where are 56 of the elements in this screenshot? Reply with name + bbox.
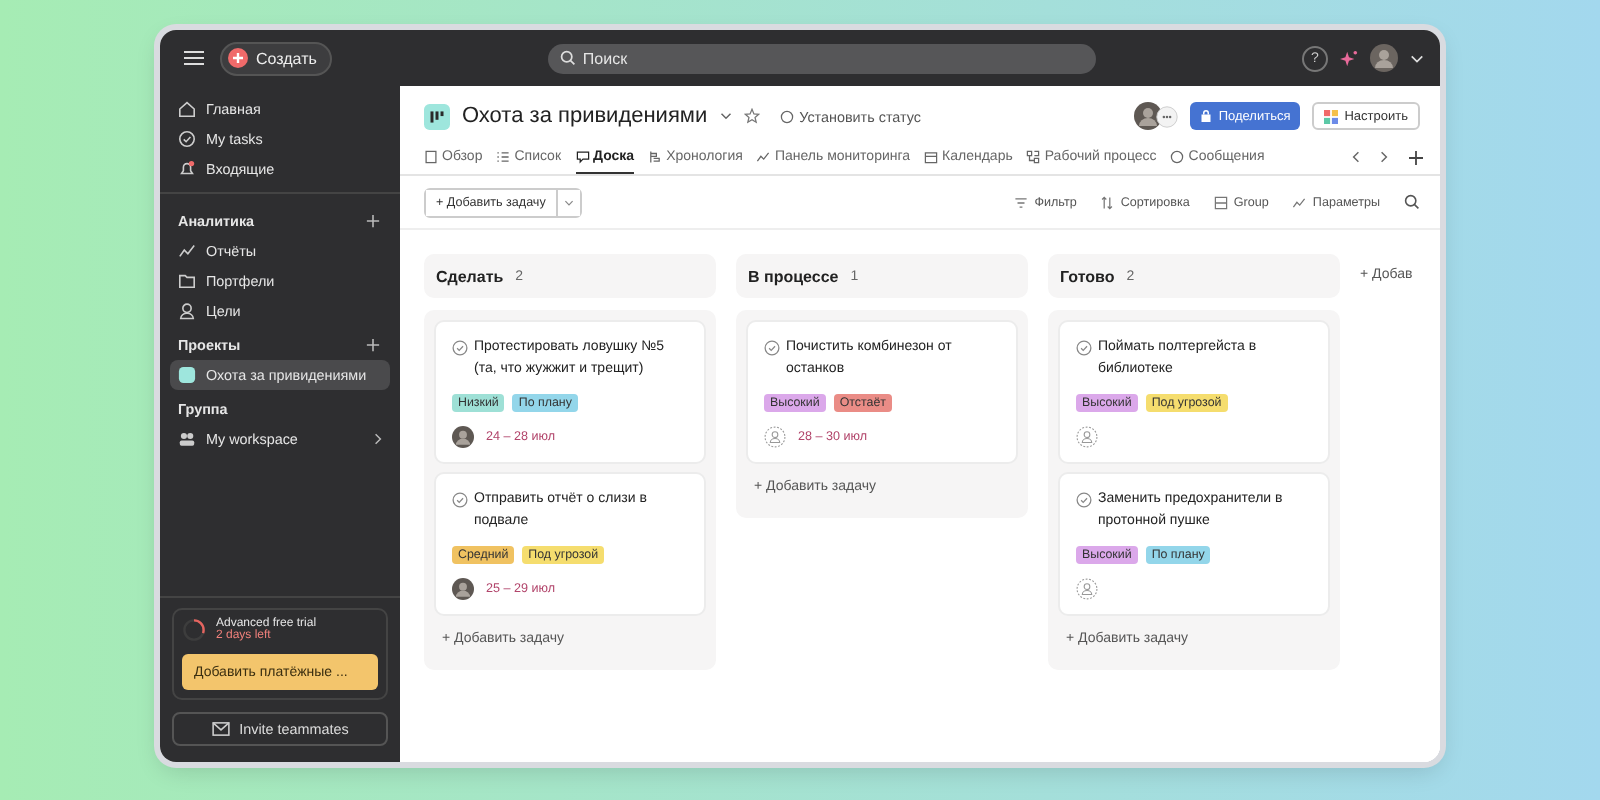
line-chart-icon — [756, 149, 771, 163]
project-title: Охота за привидениями — [462, 104, 708, 128]
caret-icon[interactable] — [719, 112, 732, 120]
line-chart-icon — [1292, 195, 1307, 209]
lock-icon — [1200, 110, 1213, 122]
complete-check-icon[interactable] — [452, 491, 468, 507]
add-icon[interactable] — [366, 338, 380, 352]
avatar-icon[interactable] — [452, 578, 474, 600]
bell-icon — [178, 160, 196, 178]
complete-check-icon[interactable] — [452, 339, 468, 355]
avatar-icon[interactable] — [452, 426, 474, 448]
column-title: В процессе — [748, 267, 839, 285]
search-icon[interactable] — [1404, 194, 1420, 210]
unassigned-icon[interactable] — [1076, 578, 1098, 600]
timeline-icon — [648, 149, 663, 163]
filter-icon — [1014, 195, 1029, 209]
workflow-icon — [1026, 149, 1041, 163]
home-icon — [178, 100, 196, 118]
person-icon — [178, 302, 196, 320]
create-button[interactable]: Создать — [220, 41, 333, 75]
check-circle-icon — [178, 130, 196, 148]
column-title: Сделать — [436, 267, 504, 285]
scroll-left-icon[interactable] — [1352, 150, 1360, 164]
complete-check-icon[interactable] — [1076, 339, 1092, 355]
unassigned-icon[interactable] — [764, 426, 786, 448]
envelope-icon — [211, 722, 230, 736]
line-chart-icon — [178, 242, 196, 260]
add-icon[interactable] — [366, 214, 380, 228]
board-project-icon — [424, 103, 450, 129]
document-icon — [424, 149, 438, 163]
group-icon — [1213, 195, 1228, 209]
menu-icon[interactable] — [184, 50, 204, 66]
add-tab-icon[interactable] — [1408, 149, 1424, 165]
unassigned-icon[interactable] — [1076, 426, 1098, 448]
more-icon[interactable] — [1156, 105, 1179, 127]
list-icon — [496, 149, 511, 163]
caret-icon — [563, 199, 574, 205]
sparkle-icon[interactable] — [1340, 49, 1358, 67]
chevron-icon[interactable] — [374, 432, 382, 446]
circle-icon — [1170, 149, 1185, 163]
grid-icon — [1324, 109, 1339, 123]
folder-icon — [178, 272, 196, 290]
column-title: Готово — [1060, 267, 1115, 285]
avatar-icon[interactable] — [1370, 44, 1398, 72]
star-icon[interactable] — [743, 108, 760, 124]
search-field[interactable]: Поиск — [548, 43, 1097, 73]
search-input[interactable]: Поиск — [582, 49, 1085, 67]
sort-icon — [1100, 195, 1115, 209]
complete-check-icon[interactable] — [1076, 491, 1092, 507]
calendar-icon — [924, 149, 939, 163]
search-icon — [560, 50, 577, 66]
people-icon — [178, 430, 196, 448]
scroll-right-icon[interactable] — [1380, 150, 1388, 164]
plus-icon — [228, 48, 248, 68]
circle-icon — [779, 109, 794, 123]
complete-check-icon[interactable] — [764, 339, 780, 355]
